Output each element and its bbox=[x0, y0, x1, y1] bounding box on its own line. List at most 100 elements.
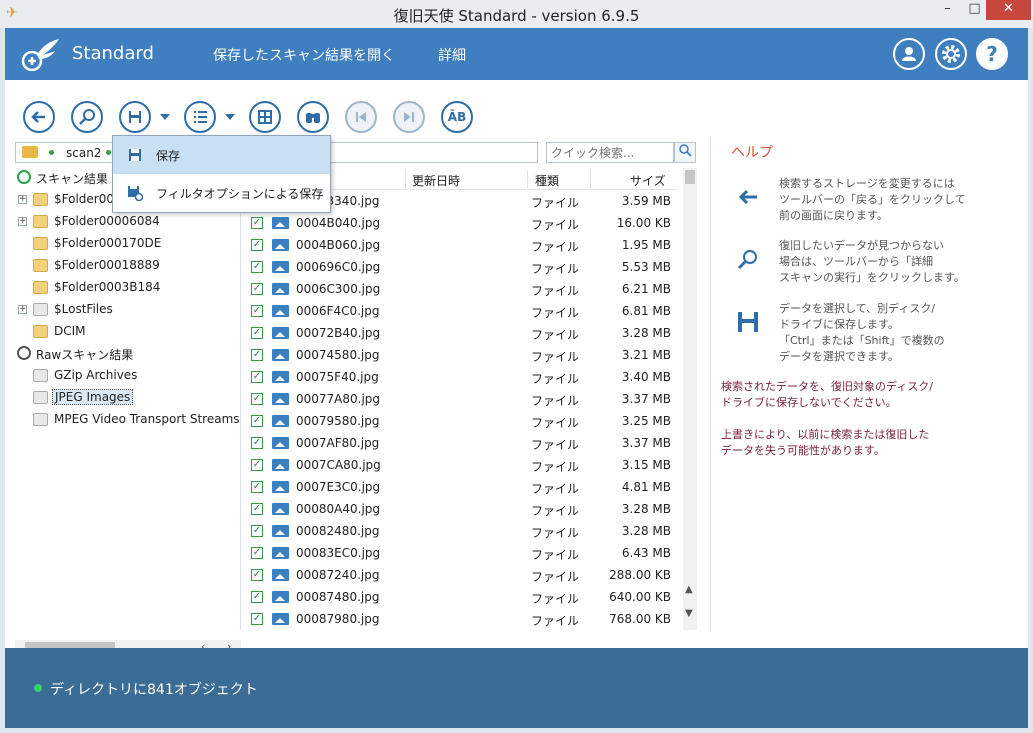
next-button[interactable] bbox=[393, 101, 425, 133]
expand-toggle-icon[interactable]: + bbox=[18, 305, 27, 314]
tree-item-selected[interactable]: JPEG Images bbox=[15, 388, 240, 408]
checkbox[interactable]: ✓ bbox=[251, 569, 263, 581]
checkbox[interactable]: ✓ bbox=[251, 261, 263, 273]
user-button[interactable] bbox=[893, 38, 925, 70]
table-row[interactable]: ✓ 00074580.jpg ファイル 3.21 MB bbox=[245, 344, 677, 366]
expand-toggle-icon[interactable]: + bbox=[18, 195, 27, 204]
tree-item[interactable]: GZip Archives bbox=[15, 366, 240, 386]
table-row[interactable]: ✓ 00087240.jpg ファイル 288.00 KB bbox=[245, 564, 677, 586]
tree-item-raw-results[interactable]: Rawスキャン結果 bbox=[15, 344, 240, 364]
table-row[interactable]: ✓ 0006F4C0.jpg ファイル 6.81 MB bbox=[245, 300, 677, 322]
back-button[interactable] bbox=[23, 101, 55, 133]
table-row[interactable]: ✓ 0007AF80.jpg ファイル 3.37 MB bbox=[245, 432, 677, 454]
table-row[interactable]: ✓ 00072B40.jpg ファイル 3.28 MB bbox=[245, 322, 677, 344]
open-saved-scan-link[interactable]: 保存したスキャン結果を開く bbox=[213, 45, 395, 65]
table-row[interactable]: ✓ 00083EC0.jpg ファイル 6.43 MB bbox=[245, 542, 677, 564]
filter-save-icon bbox=[128, 186, 143, 201]
tree-item[interactable]: $Folder000170DE bbox=[15, 234, 240, 254]
tree-item[interactable]: $Folder00018889 bbox=[15, 256, 240, 276]
tree-item[interactable]: + $LostFiles bbox=[15, 300, 240, 320]
save-button[interactable] bbox=[119, 101, 151, 133]
tree-item[interactable]: MPEG Video Transport Streams bbox=[15, 410, 240, 430]
checkbox[interactable]: ✓ bbox=[251, 349, 263, 361]
checkbox[interactable]: ✓ bbox=[251, 327, 263, 339]
settings-button[interactable] bbox=[935, 38, 967, 70]
checkbox[interactable]: ✓ bbox=[251, 547, 263, 559]
file-type: ファイル bbox=[531, 284, 580, 298]
tree-item[interactable]: $Folder0003B184 bbox=[15, 278, 240, 298]
deep-scan-button[interactable] bbox=[71, 101, 103, 133]
expand-toggle-icon[interactable]: + bbox=[18, 217, 27, 226]
checkbox[interactable]: ✓ bbox=[251, 503, 263, 515]
checkbox[interactable]: ✓ bbox=[251, 459, 263, 471]
folder-icon bbox=[33, 237, 48, 250]
checkbox[interactable]: ✓ bbox=[251, 239, 263, 251]
select-button[interactable] bbox=[184, 101, 216, 133]
tree-item[interactable]: + $Folder00006084 bbox=[15, 212, 240, 232]
details-link[interactable]: 詳細 bbox=[438, 45, 466, 65]
table-row[interactable]: ✓ 00075F40.jpg ファイル 3.40 MB bbox=[245, 366, 677, 388]
close-button[interactable]: ✕ bbox=[986, 0, 1031, 20]
table-row[interactable]: ✓ 0004B060.jpg ファイル 1.95 MB bbox=[245, 234, 677, 256]
image-file-icon bbox=[272, 459, 289, 471]
minimize-button[interactable]: – bbox=[934, 0, 961, 20]
image-file-icon bbox=[272, 349, 289, 361]
checkbox[interactable]: ✓ bbox=[251, 283, 263, 295]
table-row[interactable]: ✓ 0004B040.jpg ファイル 16.00 KB bbox=[245, 212, 677, 234]
checkbox[interactable]: ✓ bbox=[251, 393, 263, 405]
checkbox[interactable]: ✓ bbox=[251, 525, 263, 537]
list-vertical-scrollbar[interactable]: ▲ ▼ bbox=[683, 168, 697, 630]
search-button[interactable] bbox=[674, 142, 696, 163]
find-button[interactable] bbox=[297, 101, 329, 133]
menu-item-save[interactable]: 保存 bbox=[113, 136, 330, 174]
file-type: ファイル bbox=[531, 394, 580, 408]
checkbox[interactable]: ✓ bbox=[251, 305, 263, 317]
tree-item-label: $LostFiles bbox=[54, 302, 113, 316]
table-row[interactable]: ✓ 00087480.jpg ファイル 640.00 KB bbox=[245, 586, 677, 608]
scroll-up-icon[interactable]: ▲ bbox=[685, 584, 693, 595]
column-separator[interactable] bbox=[527, 170, 528, 188]
case-sensitive-button[interactable]: ĀB bbox=[441, 101, 473, 133]
table-row[interactable]: ✓ 00080A40.jpg ファイル 3.28 MB bbox=[245, 498, 677, 520]
checkbox[interactable]: ✓ bbox=[251, 371, 263, 383]
column-separator[interactable] bbox=[405, 170, 406, 188]
column-modified[interactable]: 更新日時 bbox=[412, 172, 460, 189]
tree-item[interactable]: DCIM bbox=[15, 322, 240, 342]
help-button[interactable]: ? bbox=[976, 38, 1008, 70]
quick-search-input[interactable] bbox=[546, 142, 674, 163]
column-separator[interactable] bbox=[590, 170, 591, 188]
file-type: ファイル bbox=[531, 196, 580, 210]
table-row[interactable]: ✓ 0007E3C0.jpg ファイル 4.81 MB bbox=[245, 476, 677, 498]
checkbox[interactable]: ✓ bbox=[251, 415, 263, 427]
scrollbar-thumb[interactable] bbox=[685, 170, 695, 184]
table-row[interactable]: ✓ 00077A80.jpg ファイル 3.37 MB bbox=[245, 388, 677, 410]
checkbox[interactable]: ✓ bbox=[251, 217, 263, 229]
save-dropdown-caret[interactable] bbox=[160, 114, 170, 120]
table-row[interactable]: ✓ 0007CA80.jpg ファイル 3.15 MB bbox=[245, 454, 677, 476]
maximize-button[interactable]: □ bbox=[961, 0, 988, 20]
column-type[interactable]: 種類 bbox=[535, 172, 559, 189]
checkbox[interactable]: ✓ bbox=[251, 613, 263, 625]
checkbox[interactable]: ✓ bbox=[251, 481, 263, 493]
view-button[interactable] bbox=[249, 101, 281, 133]
table-row[interactable]: ✓ 00079580.jpg ファイル 3.25 MB bbox=[245, 410, 677, 432]
help-warning: 上書きにより、以前に検索または復旧した データを失う可能性があります。 bbox=[721, 428, 930, 457]
table-row[interactable]: ✓ 0006C300.jpg ファイル 6.21 MB bbox=[245, 278, 677, 300]
path-current[interactable]: scan2 bbox=[66, 146, 101, 160]
scroll-down-icon[interactable]: ▼ bbox=[685, 608, 693, 619]
column-size[interactable]: サイズ bbox=[630, 172, 666, 189]
select-dropdown-caret[interactable] bbox=[225, 114, 235, 120]
table-row[interactable]: ✓ 00082480.jpg ファイル 3.28 MB bbox=[245, 520, 677, 542]
prev-button[interactable] bbox=[345, 101, 377, 133]
folder-icon bbox=[33, 303, 48, 316]
menu-item-filter-save[interactable]: フィルタオプションによる保存 bbox=[113, 174, 330, 212]
file-size: 640.00 KB bbox=[609, 590, 671, 604]
checkbox[interactable]: ✓ bbox=[251, 591, 263, 603]
table-row[interactable]: ✓ 000696C0.jpg ファイル 5.53 MB bbox=[245, 256, 677, 278]
save-icon bbox=[129, 111, 141, 123]
file-size: 768.00 KB bbox=[609, 612, 671, 626]
file-size: 6.81 MB bbox=[621, 304, 671, 318]
file-name: 00083EC0.jpg bbox=[296, 546, 381, 560]
checkbox[interactable]: ✓ bbox=[251, 437, 263, 449]
table-row[interactable]: ✓ 00087980.jpg ファイル 768.00 KB bbox=[245, 608, 677, 630]
